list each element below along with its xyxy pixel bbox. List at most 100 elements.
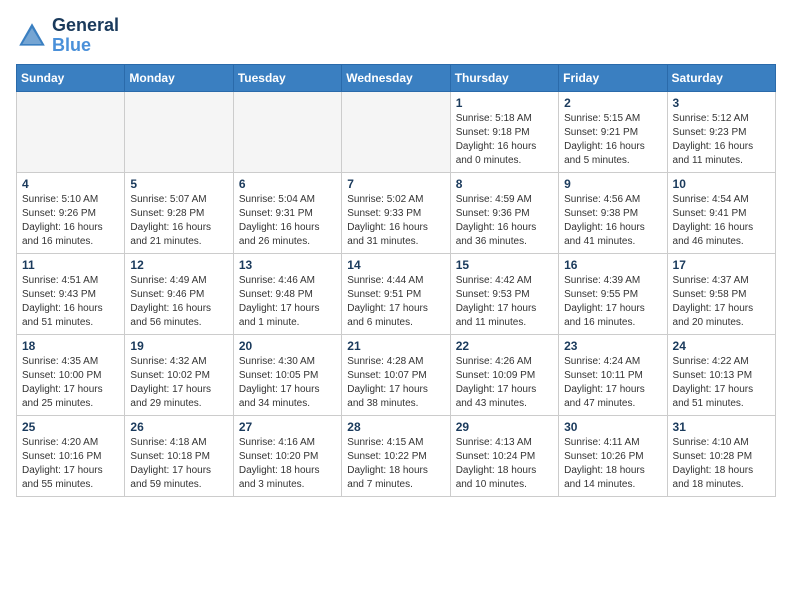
weekday-header: Sunday xyxy=(17,64,125,91)
calendar-cell: 19Sunrise: 4:32 AM Sunset: 10:02 PM Dayl… xyxy=(125,334,233,415)
calendar-cell: 14Sunrise: 4:44 AM Sunset: 9:51 PM Dayli… xyxy=(342,253,450,334)
day-number: 2 xyxy=(564,96,661,110)
calendar-cell: 27Sunrise: 4:16 AM Sunset: 10:20 PM Dayl… xyxy=(233,415,341,496)
day-number: 12 xyxy=(130,258,227,272)
day-number: 1 xyxy=(456,96,553,110)
calendar-cell: 5 Sunrise: 5:07 AM Sunset: 9:28 PM Daylig… xyxy=(125,172,233,253)
weekday-header: Monday xyxy=(125,64,233,91)
day-number: 6 xyxy=(239,177,336,191)
calendar-cell: 21 Sunrise: 4:28 AM Sunset: 10:07 PM Dayl… xyxy=(342,334,450,415)
day-number: 3 xyxy=(673,96,770,110)
day-info: Sunrise: 4:54 AM Sunset: 9:41 PM Dayligh… xyxy=(673,193,770,249)
calendar-cell: 17 Sunrise: 4:37 AM Sunset: 9:58 PM Dayli… xyxy=(667,253,775,334)
calendar-cell: 30 Sunrise: 4:11 AM Sunset: 10:26 PM Dayl… xyxy=(559,415,667,496)
calendar-cell: 23 Sunrise: 4:24 AM Sunset: 10:11 PM Dayl… xyxy=(559,334,667,415)
logo-icon xyxy=(16,20,48,52)
day-info: Sunrise: 4:42 AM Sunset: 9:53 PM Dayligh… xyxy=(456,274,553,330)
calendar-cell: 8 Sunrise: 4:59 AM Sunset: 9:36 PM Daylig… xyxy=(450,172,558,253)
calendar-cell: 20 Sunrise: 4:30 AM Sunset: 10:05 PM Dayl… xyxy=(233,334,341,415)
logo-text: General Blue xyxy=(52,16,119,56)
day-number: 23 xyxy=(564,339,661,353)
day-info: Sunrise: 4:39 AM Sunset: 9:55 PM Dayligh… xyxy=(564,274,661,330)
day-info: Sunrise: 5:18 AM Sunset: 9:18 PM Dayligh… xyxy=(456,112,553,168)
day-info: Sunrise: 4:49 AM Sunset: 9:46 PM Dayligh… xyxy=(130,274,227,330)
calendar-cell xyxy=(17,91,125,172)
calendar-cell xyxy=(233,91,341,172)
logo: General Blue xyxy=(16,16,119,56)
day-number: 10 xyxy=(673,177,770,191)
calendar-table: SundayMondayTuesdayWednesdayThursdayFrid… xyxy=(16,64,776,497)
day-info: Sunrise: 5:02 AM Sunset: 9:33 PM Dayligh… xyxy=(347,193,444,249)
calendar-cell: 15 Sunrise: 4:42 AM Sunset: 9:53 PM Dayli… xyxy=(450,253,558,334)
calendar-cell: 2 Sunrise: 5:15 AM Sunset: 9:21 PM Daylig… xyxy=(559,91,667,172)
calendar-cell: 18Sunrise: 4:35 AM Sunset: 10:00 PM Dayl… xyxy=(17,334,125,415)
calendar-week-row: 4 Sunrise: 5:10 AM Sunset: 9:26 PM Daylig… xyxy=(17,172,776,253)
weekday-header: Wednesday xyxy=(342,64,450,91)
calendar-week-row: 18Sunrise: 4:35 AM Sunset: 10:00 PM Dayl… xyxy=(17,334,776,415)
calendar-cell: 1 Sunrise: 5:18 AM Sunset: 9:18 PM Daylig… xyxy=(450,91,558,172)
day-number: 29 xyxy=(456,420,553,434)
day-number: 5 xyxy=(130,177,227,191)
calendar-cell xyxy=(125,91,233,172)
calendar-cell: 25Sunrise: 4:20 AM Sunset: 10:16 PM Dayl… xyxy=(17,415,125,496)
weekday-header-row: SundayMondayTuesdayWednesdayThursdayFrid… xyxy=(17,64,776,91)
day-info: Sunrise: 4:13 AM Sunset: 10:24 PM Daylig… xyxy=(456,436,553,492)
weekday-header: Saturday xyxy=(667,64,775,91)
day-info: Sunrise: 4:24 AM Sunset: 10:11 PM Daylig… xyxy=(564,355,661,411)
day-number: 15 xyxy=(456,258,553,272)
day-info: Sunrise: 5:15 AM Sunset: 9:21 PM Dayligh… xyxy=(564,112,661,168)
calendar-cell: 4 Sunrise: 5:10 AM Sunset: 9:26 PM Daylig… xyxy=(17,172,125,253)
day-number: 21 xyxy=(347,339,444,353)
day-info: Sunrise: 4:16 AM Sunset: 10:20 PM Daylig… xyxy=(239,436,336,492)
calendar-cell: 10 Sunrise: 4:54 AM Sunset: 9:41 PM Dayli… xyxy=(667,172,775,253)
calendar-cell: 7 Sunrise: 5:02 AM Sunset: 9:33 PM Daylig… xyxy=(342,172,450,253)
day-info: Sunrise: 5:12 AM Sunset: 9:23 PM Dayligh… xyxy=(673,112,770,168)
calendar-cell: 11 Sunrise: 4:51 AM Sunset: 9:43 PM Dayli… xyxy=(17,253,125,334)
day-number: 25 xyxy=(22,420,119,434)
day-info: Sunrise: 4:28 AM Sunset: 10:07 PM Daylig… xyxy=(347,355,444,411)
calendar-cell: 29 Sunrise: 4:13 AM Sunset: 10:24 PM Dayl… xyxy=(450,415,558,496)
day-number: 20 xyxy=(239,339,336,353)
day-number: 7 xyxy=(347,177,444,191)
day-info: Sunrise: 5:04 AM Sunset: 9:31 PM Dayligh… xyxy=(239,193,336,249)
day-info: Sunrise: 4:37 AM Sunset: 9:58 PM Dayligh… xyxy=(673,274,770,330)
weekday-header: Tuesday xyxy=(233,64,341,91)
day-info: Sunrise: 4:59 AM Sunset: 9:36 PM Dayligh… xyxy=(456,193,553,249)
day-info: Sunrise: 4:32 AM Sunset: 10:02 PM Daylig… xyxy=(130,355,227,411)
calendar-header: General Blue xyxy=(16,16,776,56)
day-number: 18 xyxy=(22,339,119,353)
day-number: 31 xyxy=(673,420,770,434)
day-info: Sunrise: 4:51 AM Sunset: 9:43 PM Dayligh… xyxy=(22,274,119,330)
day-number: 4 xyxy=(22,177,119,191)
day-number: 30 xyxy=(564,420,661,434)
calendar-cell: 12 Sunrise: 4:49 AM Sunset: 9:46 PM Dayli… xyxy=(125,253,233,334)
day-number: 17 xyxy=(673,258,770,272)
calendar-cell: 31 Sunrise: 4:10 AM Sunset: 10:28 PM Dayl… xyxy=(667,415,775,496)
day-number: 14 xyxy=(347,258,444,272)
day-number: 28 xyxy=(347,420,444,434)
day-number: 16 xyxy=(564,258,661,272)
day-info: Sunrise: 4:26 AM Sunset: 10:09 PM Daylig… xyxy=(456,355,553,411)
calendar-week-row: 11 Sunrise: 4:51 AM Sunset: 9:43 PM Dayli… xyxy=(17,253,776,334)
day-number: 11 xyxy=(22,258,119,272)
day-info: Sunrise: 5:10 AM Sunset: 9:26 PM Dayligh… xyxy=(22,193,119,249)
day-info: Sunrise: 4:11 AM Sunset: 10:26 PM Daylig… xyxy=(564,436,661,492)
day-info: Sunrise: 4:15 AM Sunset: 10:22 PM Daylig… xyxy=(347,436,444,492)
day-number: 8 xyxy=(456,177,553,191)
calendar-cell: 3 Sunrise: 5:12 AM Sunset: 9:23 PM Daylig… xyxy=(667,91,775,172)
day-info: Sunrise: 5:07 AM Sunset: 9:28 PM Dayligh… xyxy=(130,193,227,249)
day-info: Sunrise: 4:56 AM Sunset: 9:38 PM Dayligh… xyxy=(564,193,661,249)
calendar-cell: 24Sunrise: 4:22 AM Sunset: 10:13 PM Dayl… xyxy=(667,334,775,415)
day-info: Sunrise: 4:30 AM Sunset: 10:05 PM Daylig… xyxy=(239,355,336,411)
day-number: 9 xyxy=(564,177,661,191)
day-number: 22 xyxy=(456,339,553,353)
calendar-cell: 6 Sunrise: 5:04 AM Sunset: 9:31 PM Daylig… xyxy=(233,172,341,253)
day-info: Sunrise: 4:18 AM Sunset: 10:18 PM Daylig… xyxy=(130,436,227,492)
day-number: 13 xyxy=(239,258,336,272)
day-info: Sunrise: 4:46 AM Sunset: 9:48 PM Dayligh… xyxy=(239,274,336,330)
day-number: 26 xyxy=(130,420,227,434)
calendar-week-row: 1 Sunrise: 5:18 AM Sunset: 9:18 PM Daylig… xyxy=(17,91,776,172)
calendar-cell: 9 Sunrise: 4:56 AM Sunset: 9:38 PM Daylig… xyxy=(559,172,667,253)
day-info: Sunrise: 4:10 AM Sunset: 10:28 PM Daylig… xyxy=(673,436,770,492)
calendar-cell: 26 Sunrise: 4:18 AM Sunset: 10:18 PM Dayl… xyxy=(125,415,233,496)
